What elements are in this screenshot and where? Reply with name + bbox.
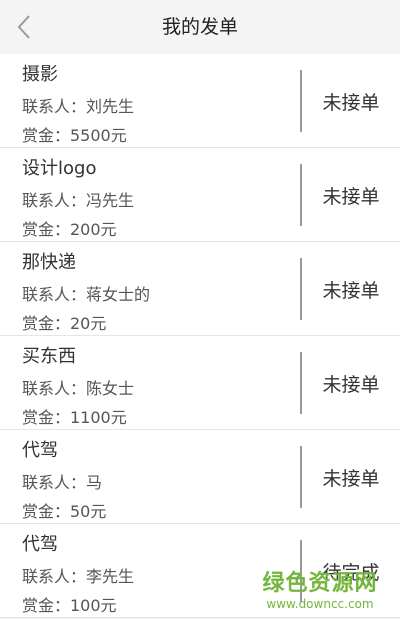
order-name: 那快递 [22, 252, 76, 273]
order-reward: 赏金：1100元 [22, 408, 127, 427]
order-name: 代驾 [22, 534, 58, 555]
order-contact: 联系人：刘先生 [22, 97, 135, 116]
order-contact: 联系人：李先生 [22, 567, 135, 586]
watermark: 绿色资源网 www.downcc.com [260, 571, 380, 611]
order-item[interactable]: 买东西 联系人：陈女士 赏金：1100元 未接单 [0, 336, 400, 430]
order-status[interactable]: 未接单 [302, 242, 400, 336]
order-status[interactable]: 未接单 [302, 336, 400, 430]
order-reward: 赏金：5500元 [22, 126, 127, 145]
order-status[interactable]: 未接单 [302, 148, 400, 242]
order-contact: 联系人：马 [22, 473, 103, 492]
order-item[interactable]: 那快递 联系人：蒋女士的 赏金：20元 未接单 [0, 242, 400, 336]
order-reward: 赏金：200元 [22, 220, 117, 239]
page-title: 我的发单 [161, 16, 238, 38]
app-header: 我的发单 [0, 0, 400, 54]
order-contact: 联系人：蒋女士的 [22, 285, 151, 304]
order-item[interactable]: 设计logo 联系人：冯先生 赏金：200元 未接单 [0, 148, 400, 242]
order-reward: 赏金：100元 [22, 596, 117, 615]
order-name: 摄影 [22, 64, 58, 85]
order-item[interactable]: 摄影 联系人：刘先生 赏金：5500元 未接单 [0, 54, 400, 148]
order-name: 买东西 [22, 346, 76, 367]
order-status[interactable]: 未接单 [302, 54, 400, 148]
order-contact: 联系人：陈女士 [22, 379, 135, 398]
order-list: 摄影 联系人：刘先生 赏金：5500元 未接单 设计logo 联系人：冯先生 赏… [0, 54, 400, 618]
order-reward: 赏金：50元 [22, 502, 107, 521]
watermark-url: www.downcc.com [266, 597, 374, 611]
order-name: 设计logo [22, 158, 97, 179]
order-item[interactable]: 代驾 联系人：马 赏金：50元 未接单 [0, 430, 400, 524]
order-name: 代驾 [22, 440, 58, 461]
order-status[interactable]: 未接单 [302, 430, 400, 524]
order-contact: 联系人：冯先生 [22, 191, 135, 210]
watermark-text: 绿色资源网 [262, 571, 378, 596]
order-reward: 赏金：20元 [22, 314, 107, 333]
